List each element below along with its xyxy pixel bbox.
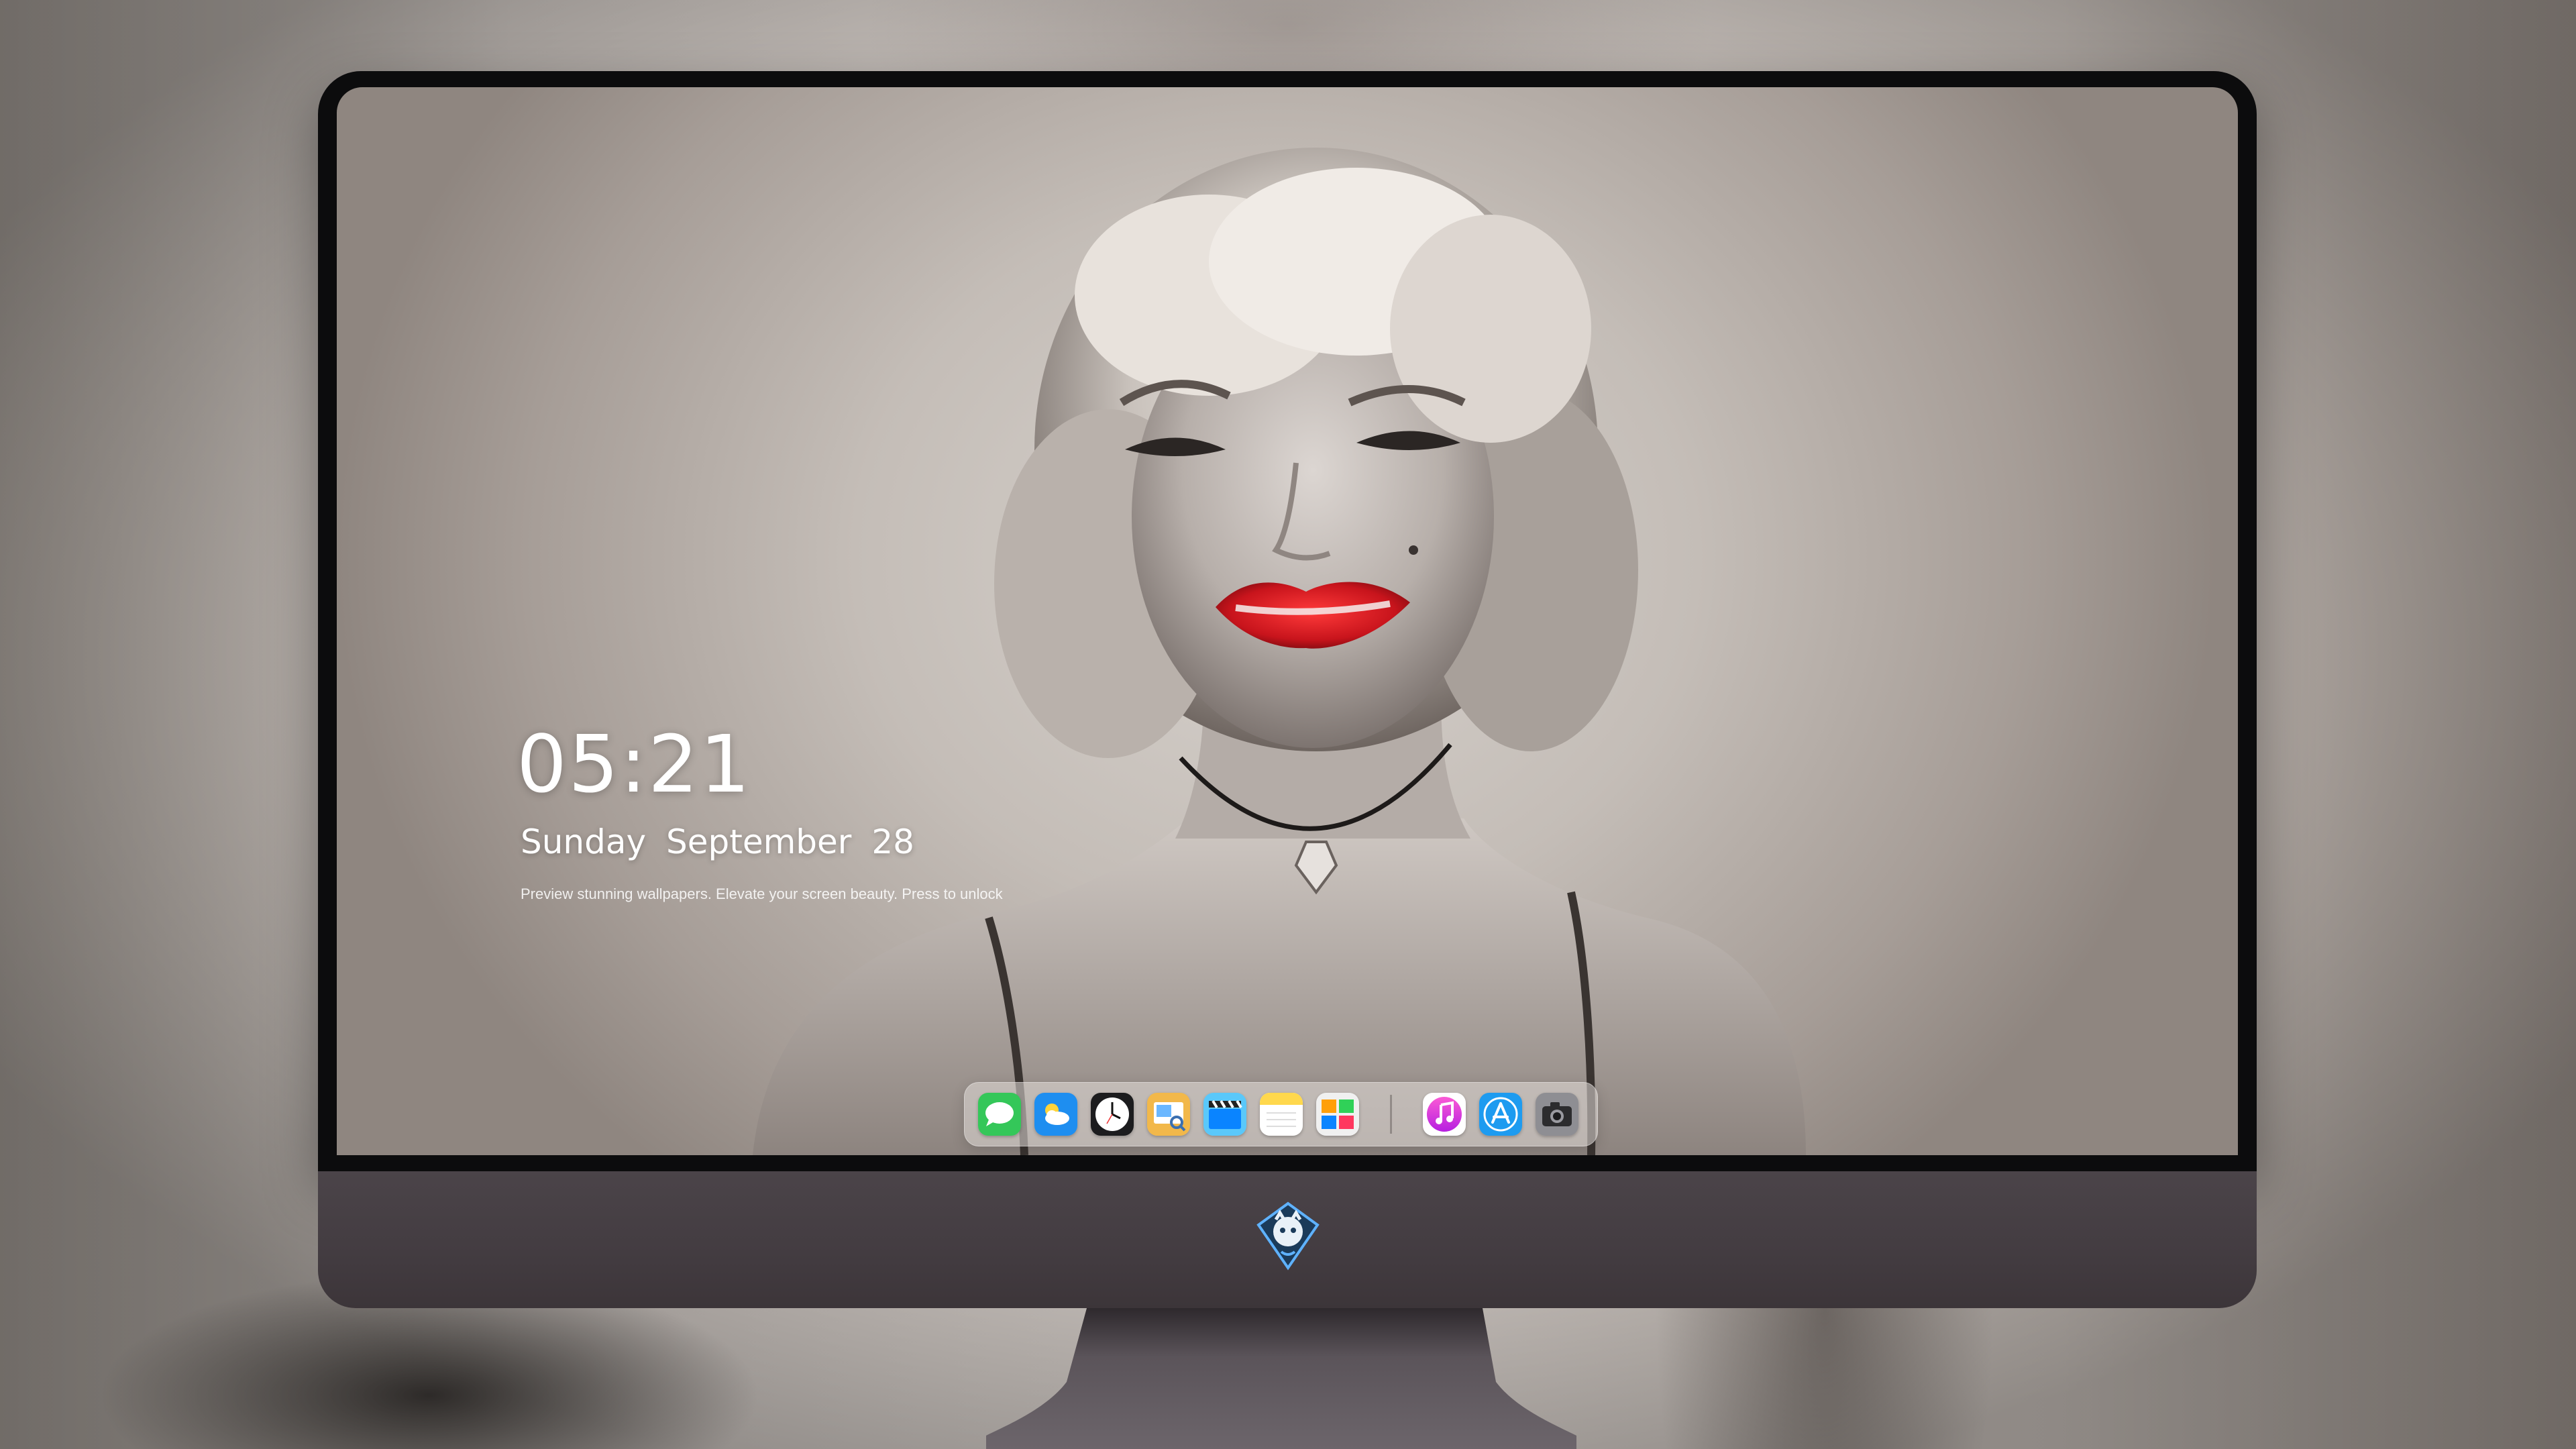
- monitor-bottom-bezel: [318, 1155, 2257, 1171]
- brand-logo-icon: [1256, 1201, 1320, 1271]
- date-weekday: Sunday: [521, 822, 647, 861]
- photo-gallery-icon[interactable]: [1316, 1093, 1359, 1136]
- date-month: September: [666, 822, 852, 861]
- weather-icon[interactable]: [1034, 1093, 1077, 1136]
- lock-screen-tagline: Preview stunning wallpapers. Elevate you…: [521, 885, 1003, 902]
- notes-icon[interactable]: [1260, 1093, 1303, 1136]
- lock-screen-time: 05:21: [517, 718, 752, 810]
- music-note-icon[interactable]: [1423, 1093, 1466, 1136]
- lock-screen-date: Sunday September 28: [521, 822, 914, 861]
- camera-icon[interactable]: [1536, 1093, 1578, 1136]
- clapperboard-icon[interactable]: [1203, 1093, 1246, 1136]
- clock-icon[interactable]: [1091, 1093, 1134, 1136]
- monitor-stand: [986, 1308, 1576, 1449]
- wallpaper-portrait: [753, 148, 1806, 1155]
- dock-divider: [1390, 1095, 1392, 1134]
- app-store-icon[interactable]: [1479, 1093, 1522, 1136]
- lock-screen[interactable]: 05:21 Sunday September 28 Preview stunnin…: [337, 87, 2238, 1155]
- messages-icon[interactable]: [978, 1093, 1021, 1136]
- dock: [964, 1082, 1598, 1146]
- date-day: 28: [871, 822, 914, 861]
- preview-icon[interactable]: [1147, 1093, 1190, 1136]
